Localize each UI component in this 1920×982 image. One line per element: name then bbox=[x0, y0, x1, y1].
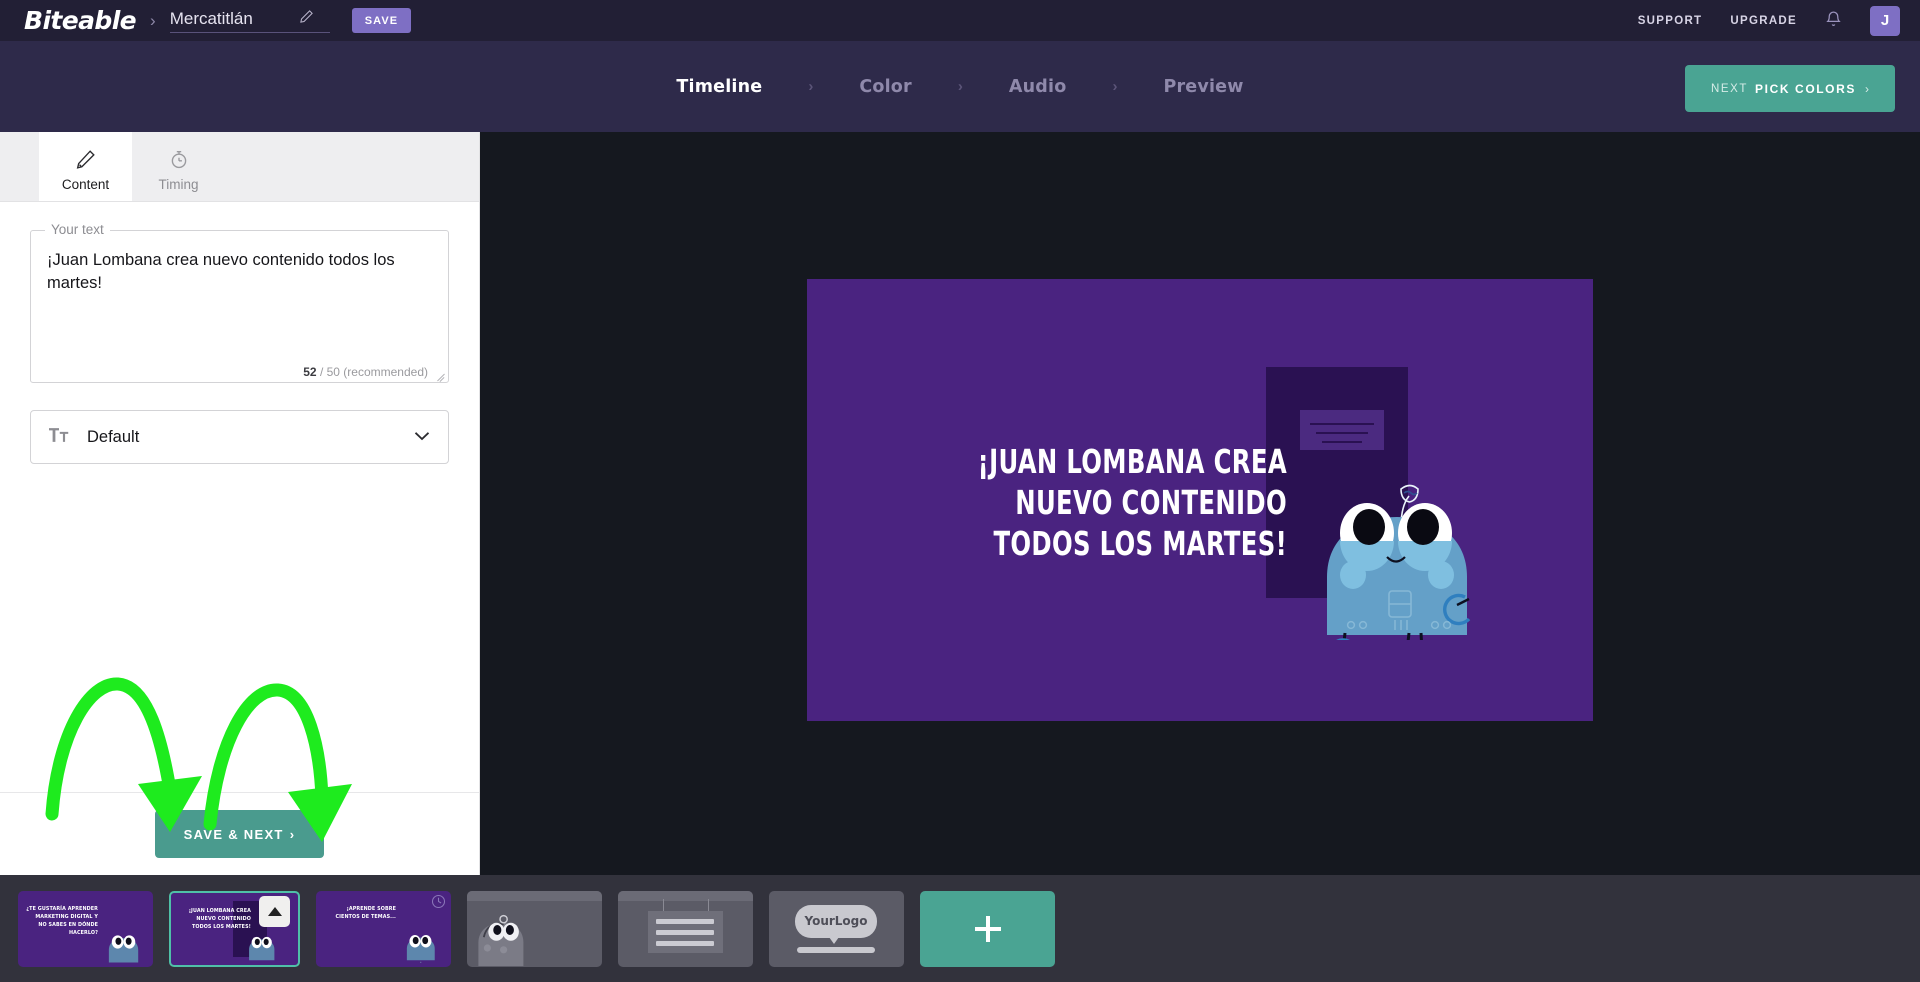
timeline-scene-1[interactable]: ¿TE GUSTARÍA APRENDER MARKETING DIGITAL … bbox=[18, 890, 153, 967]
notification-bell-icon[interactable] bbox=[1825, 9, 1842, 33]
brand-logo[interactable]: Biteable bbox=[24, 6, 137, 35]
your-logo-placeholder: YourLogo bbox=[795, 904, 877, 938]
timeline-strip: ¿TE GUSTARÍA APRENDER MARKETING DIGITAL … bbox=[0, 875, 1920, 982]
thumb-text: ¿TE GUSTARÍA APRENDER MARKETING DIGITAL … bbox=[26, 905, 98, 936]
step-nav-bar: Timeline › Color › Audio › Preview NEXT … bbox=[0, 41, 1920, 132]
timeline-scene-6[interactable]: YourLogo bbox=[769, 890, 904, 967]
character-counter: 52 / 50 (recommended) bbox=[303, 365, 428, 379]
preview-stage: ¡JUAN LOMBANA CREA NUEVO CONTENIDO TODOS… bbox=[480, 132, 1920, 875]
next-pick-colors-button[interactable]: NEXT PICK COLORS › bbox=[1684, 65, 1895, 112]
timeline-scene-3[interactable]: ¡APRENDE SOBRE CIENTOS DE TEMAS... bbox=[316, 890, 451, 967]
save-button[interactable]: SAVE bbox=[351, 8, 412, 33]
banner-placeholder bbox=[648, 910, 723, 953]
font-select-value: Default bbox=[87, 427, 140, 446]
tab-timing-label: Timing bbox=[158, 176, 199, 192]
scene-expand-button[interactable] bbox=[259, 895, 290, 927]
project-name-label: Mercatitlán bbox=[169, 8, 253, 28]
plus-icon bbox=[974, 915, 1001, 942]
chevron-right-icon: › bbox=[289, 826, 296, 842]
chevron-right-icon: › bbox=[808, 78, 814, 95]
font-select[interactable]: Default bbox=[30, 410, 449, 464]
panel-footer: SAVE & NEXT › bbox=[0, 792, 479, 875]
pencil-icon[interactable] bbox=[299, 9, 314, 29]
stopwatch-icon bbox=[168, 148, 190, 173]
tab-color[interactable]: Color bbox=[859, 77, 912, 97]
text-format-icon bbox=[49, 427, 69, 448]
timeline-scene-2[interactable]: ¡JUAN LOMBANA CREA NUEVO CONTENIDO TODOS… bbox=[169, 890, 300, 967]
thumb-text: ¡JUAN LOMBANA CREA NUEVO CONTENIDO TODOS… bbox=[188, 907, 251, 930]
video-preview-canvas[interactable]: ¡JUAN LOMBANA CREA NUEVO CONTENIDO TODOS… bbox=[807, 279, 1593, 721]
tab-content[interactable]: Content bbox=[39, 132, 132, 201]
panel-tab-bar: Content Timing bbox=[0, 132, 479, 202]
character-illustration bbox=[1327, 484, 1471, 640]
next-main-label: PICK COLORS bbox=[1755, 81, 1856, 96]
save-and-next-button[interactable]: SAVE & NEXT › bbox=[155, 810, 324, 858]
breadcrumb-separator: › bbox=[150, 10, 156, 30]
scene-headline-text: ¡JUAN LOMBANA CREA NUEVO CONTENIDO TODOS… bbox=[977, 442, 1287, 563]
tab-timeline[interactable]: Timeline bbox=[676, 77, 762, 97]
tab-audio[interactable]: Audio bbox=[1009, 77, 1067, 97]
add-scene-button[interactable] bbox=[920, 890, 1055, 967]
left-editor-panel: Content Timing Your text ¡Juan Lombana c… bbox=[0, 132, 480, 875]
thumb-text: ¡APRENDE SOBRE CIENTOS DE TEMAS... bbox=[335, 905, 396, 920]
project-name-field[interactable]: Mercatitlán bbox=[169, 8, 330, 33]
save-next-label: SAVE & NEXT bbox=[183, 826, 284, 842]
scene-note-card bbox=[1300, 410, 1384, 450]
textarea-resize-handle[interactable] bbox=[435, 370, 446, 381]
text-field-container: Your text ¡Juan Lombana crea nuevo conte… bbox=[0, 202, 479, 383]
header-actions: SUPPORT UPGRADE J bbox=[1638, 5, 1900, 36]
pencil-icon bbox=[75, 148, 97, 173]
timeline-scene-5[interactable] bbox=[618, 890, 753, 967]
scene-text-input[interactable]: ¡Juan Lombana crea nuevo contenido todos… bbox=[47, 249, 432, 296]
timeline-scene-4[interactable] bbox=[467, 890, 602, 967]
your-text-fieldset: Your text ¡Juan Lombana crea nuevo conte… bbox=[30, 222, 449, 383]
tab-preview[interactable]: Preview bbox=[1163, 77, 1243, 97]
chevron-right-icon: › bbox=[1112, 78, 1118, 95]
tab-content-label: Content bbox=[61, 176, 110, 192]
character-count: 52 bbox=[303, 365, 317, 379]
character-count-suffix: / 50 (recommended) bbox=[319, 365, 428, 379]
chevron-down-icon bbox=[414, 428, 430, 446]
chevron-right-icon: › bbox=[1865, 81, 1869, 96]
biteable-editor: Biteable › Mercatitlán SAVE SUPPORT UPGR… bbox=[0, 0, 1920, 982]
tab-timing[interactable]: Timing bbox=[132, 132, 225, 201]
avatar[interactable]: J bbox=[1870, 5, 1900, 36]
step-list: Timeline › Color › Audio › Preview bbox=[676, 77, 1243, 97]
top-header-bar: Biteable › Mercatitlán SAVE SUPPORT UPGR… bbox=[0, 0, 1920, 41]
your-text-legend: Your text bbox=[45, 222, 110, 237]
support-link[interactable]: SUPPORT bbox=[1638, 15, 1703, 27]
chevron-right-icon: › bbox=[957, 78, 963, 95]
next-prefix-label: NEXT bbox=[1710, 82, 1749, 95]
upgrade-link[interactable]: UPGRADE bbox=[1730, 15, 1797, 27]
